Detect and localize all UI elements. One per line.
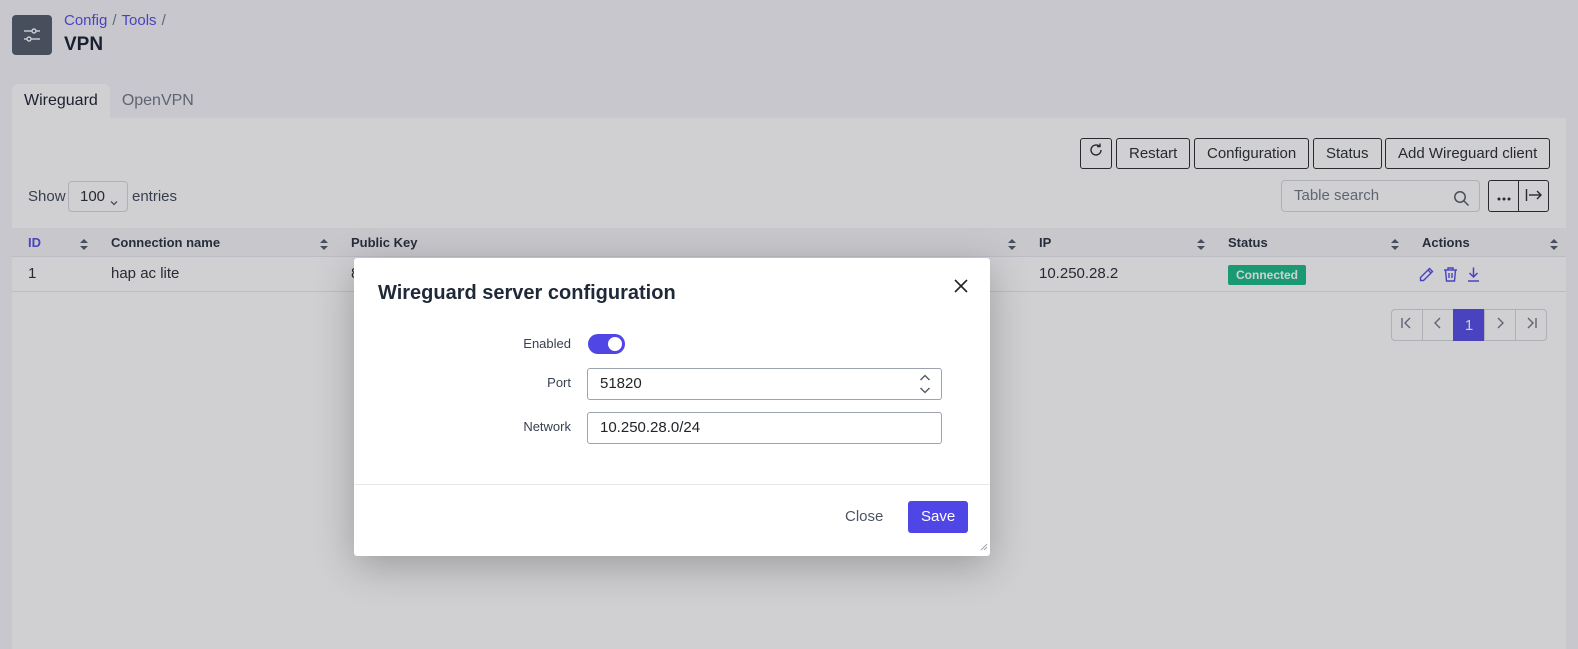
modal-footer-divider <box>354 484 990 485</box>
toggle-knob <box>608 337 622 351</box>
port-label: Port <box>547 375 571 390</box>
close-icon[interactable] <box>952 277 970 295</box>
number-spinner-icon[interactable] <box>919 373 931 406</box>
network-value: 10.250.28.0/24 <box>600 419 701 436</box>
enabled-toggle[interactable] <box>588 334 625 354</box>
network-input[interactable]: 10.250.28.0/24 <box>587 412 942 444</box>
enabled-label: Enabled <box>523 336 571 351</box>
network-label: Network <box>523 419 571 434</box>
wireguard-config-modal: Wireguard server configuration Enabled P… <box>354 258 990 556</box>
resize-handle-icon[interactable] <box>980 538 988 554</box>
save-button[interactable]: Save <box>908 501 969 533</box>
close-button[interactable]: Close <box>834 501 894 533</box>
port-value: 51820 <box>600 375 642 392</box>
modal-title: Wireguard server configuration <box>378 282 676 304</box>
port-input[interactable]: 51820 <box>587 368 942 400</box>
